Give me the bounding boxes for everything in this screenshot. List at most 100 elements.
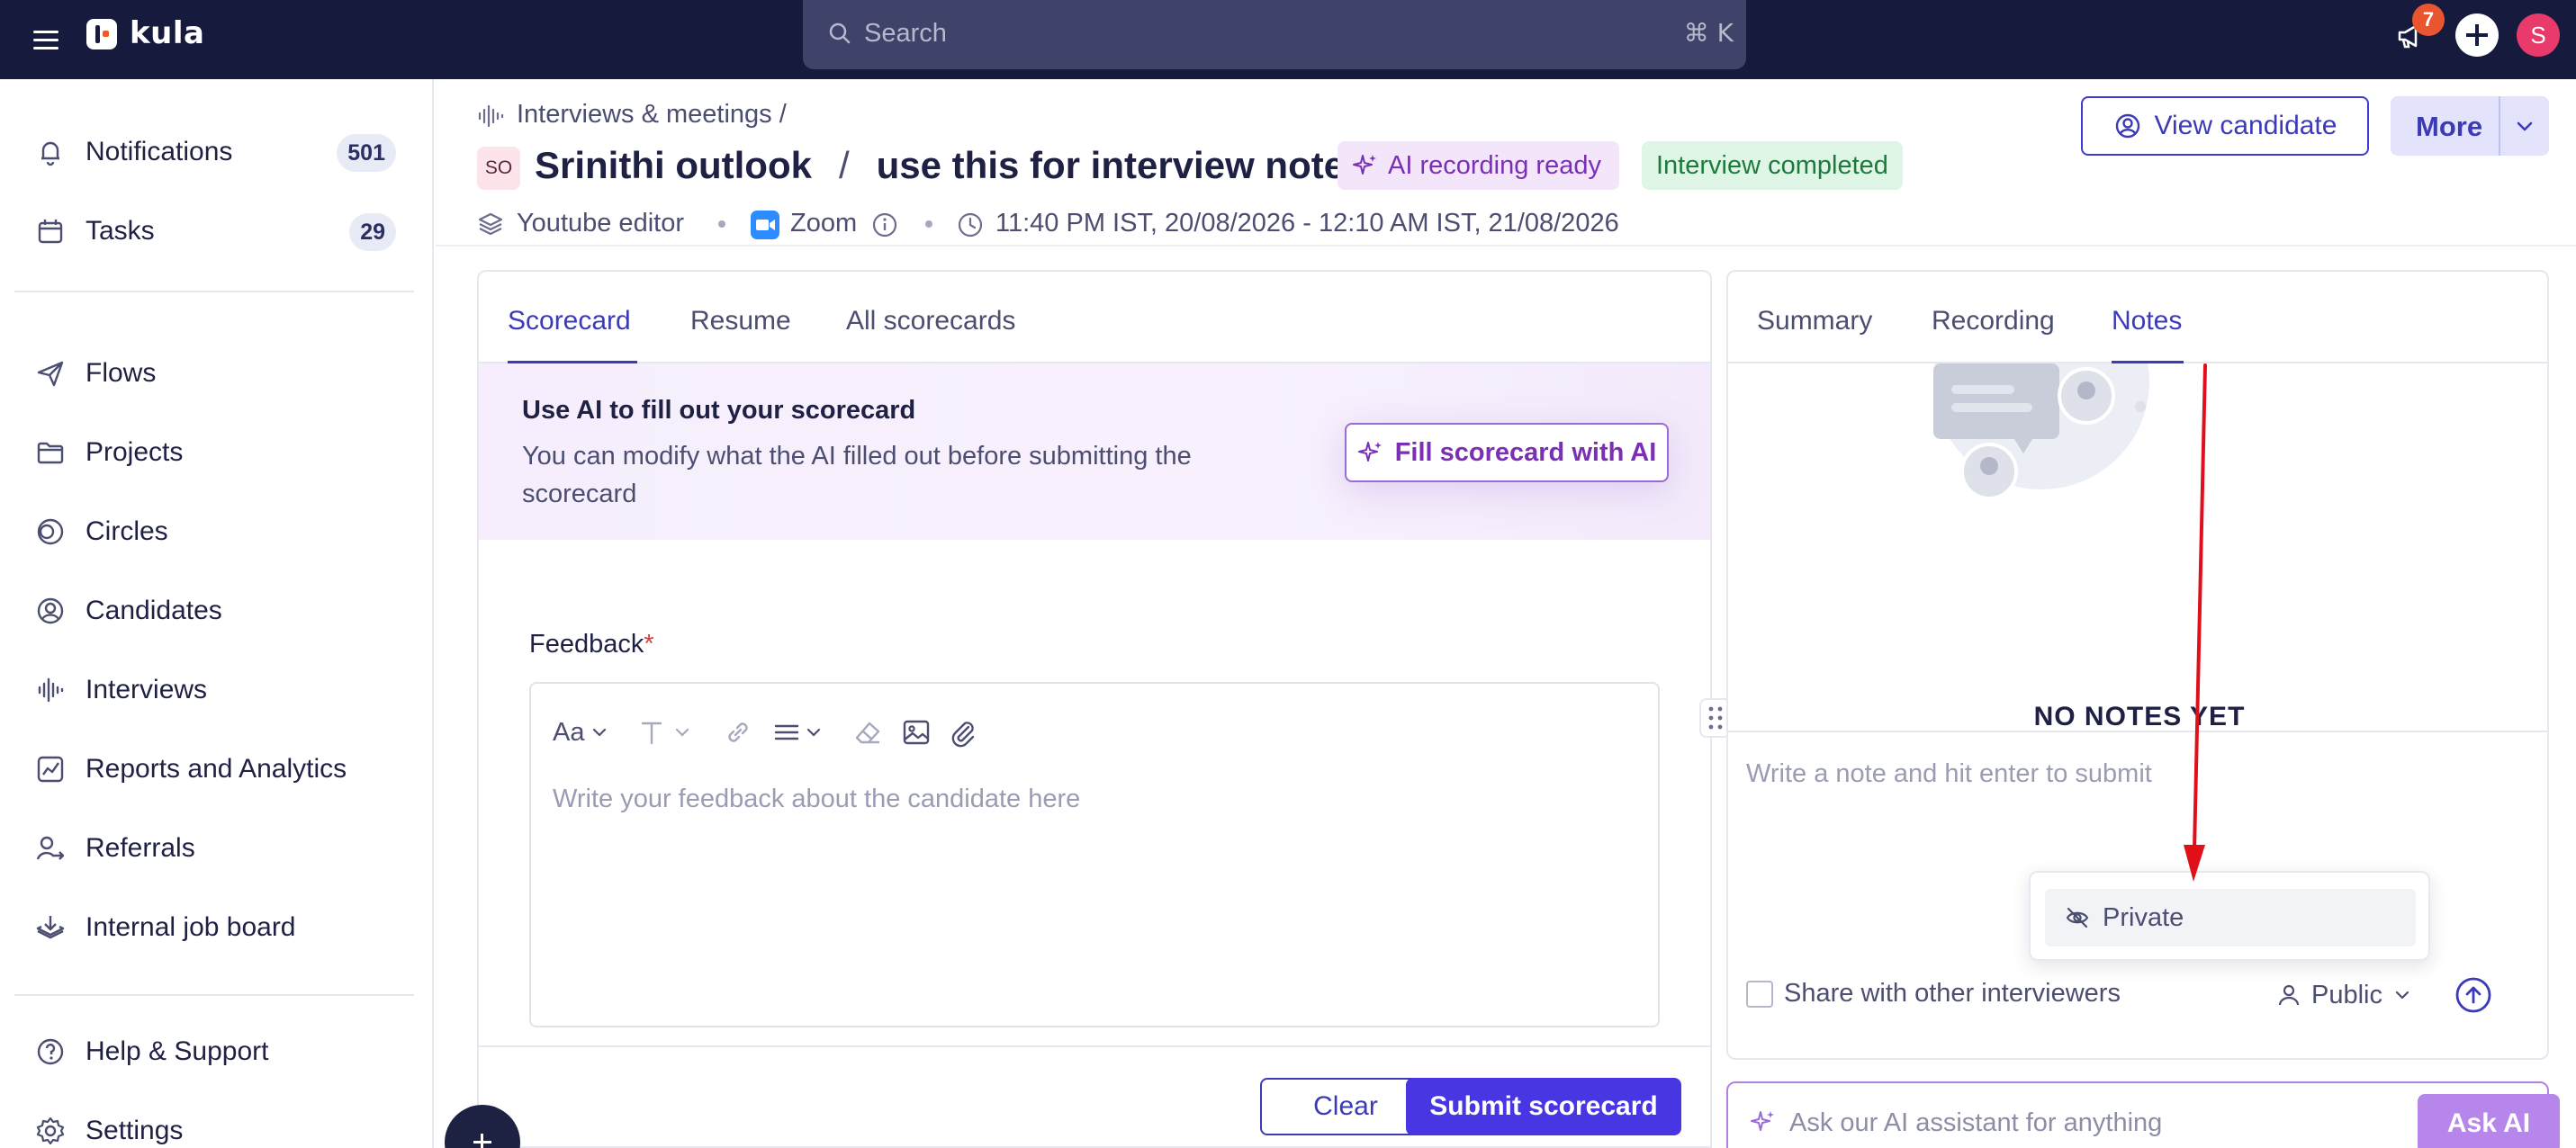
chart-icon [34,753,67,785]
bell-icon [34,136,67,168]
align-dropdown-icon[interactable] [772,716,835,749]
send-icon [34,357,67,390]
top-bar: kula Search ⌘ K 7 S [0,0,2576,79]
tab-resume[interactable]: Resume [690,306,791,336]
sidebar-item-candidates[interactable]: Candidates [0,578,432,643]
text-style-icon[interactable] [639,716,702,749]
eye-off-icon [2065,905,2090,930]
calendar-icon [34,215,67,247]
link-icon[interactable] [722,716,754,749]
waveform-icon [34,674,67,706]
sidebar-item-reports[interactable]: Reports and Analytics [0,737,432,802]
tab-summary[interactable]: Summary [1757,306,1872,336]
submit-note-arrow-up-icon[interactable] [2454,975,2493,1015]
user-circle-icon [2113,112,2142,140]
sidebar-item-label: Reports and Analytics [86,754,347,784]
sidebar-item-notifications[interactable]: Notifications 501 [0,120,432,184]
help-icon [34,1036,67,1068]
folder-icon [34,436,67,469]
font-size-dropdown[interactable]: Aa [553,716,609,749]
tab-scorecard[interactable]: Scorecard [508,306,631,336]
sidebar-item-label: Notifications [86,137,233,166]
clock-icon [956,211,985,239]
scorecard-tabs: Scorecard Resume All scorecards [479,272,1710,363]
visibility-dropdown-menu: Private [2029,871,2430,961]
notification-count-badge: 7 [2412,4,2445,36]
share-label[interactable]: Share with other interviewers [1784,979,2121,1009]
sidebar-item-label: Flows [86,358,157,388]
ai-banner-title: Use AI to fill out your scorecard [522,396,916,425]
more-button[interactable]: More [2391,96,2549,156]
add-new-button[interactable] [2455,13,2499,57]
badge-label: AI recording ready [1388,151,1601,180]
share-with-interviewers-checkbox[interactable] [1746,981,1773,1008]
more-label: More [2416,111,2483,142]
chevron-down-icon[interactable] [2511,112,2538,139]
referral-icon [34,832,67,865]
meta-separator-dot [925,220,932,228]
scorecard-panel: Scorecard Resume All scorecards Use AI t… [477,270,1712,1148]
fill-scorecard-with-ai-button[interactable]: Fill scorecard with AI [1345,423,1669,482]
tab-recording[interactable]: Recording [1932,306,2055,336]
user-icon [2275,982,2302,1009]
candidate-name[interactable]: Srinithi outlook [535,144,812,187]
search-shortcut: ⌘ K [1683,18,1734,48]
visibility-dropdown[interactable]: Public [2275,975,2428,1015]
empty-notes-illustration [1915,363,2167,525]
tasks-count-badge: 29 [349,213,396,251]
image-icon[interactable] [900,716,932,749]
breadcrumb-text: Interviews & meetings / [517,100,787,129]
sidebar-item-label: Help & Support [86,1036,269,1066]
tab-notes[interactable]: Notes [2112,306,2182,336]
attachment-icon[interactable] [947,716,979,749]
sidebar-item-interviews[interactable]: Interviews [0,658,432,722]
sidebar-divider [14,994,414,996]
circles-icon [34,516,67,548]
app-name[interactable]: kula [130,15,204,51]
sidebar-item-label: Projects [86,437,184,467]
sidebar-item-label: Referrals [86,833,195,863]
ask-ai-placeholder: Ask our AI assistant for anything [1789,1108,2163,1137]
layers-icon [477,211,504,238]
platform-text: Zoom [790,209,858,238]
sidebar-item-referrals[interactable]: Referrals [0,816,432,881]
status-badge: Interview completed [1642,141,1903,190]
info-icon[interactable] [871,211,898,238]
note-placeholder: Write a note and hit enter to submit [1746,759,2152,788]
kula-logo-icon[interactable] [86,19,117,49]
meta-separator-dot [718,220,725,228]
ai-fill-banner: Use AI to fill out your scorecard You ca… [479,363,1710,540]
sidebar-item-tasks[interactable]: Tasks 29 [0,199,432,264]
visibility-option-private[interactable]: Private [2045,889,2416,946]
ai-banner-description: You can modify what the AI filled out be… [522,442,1192,508]
global-search-input[interactable]: Search ⌘ K [803,0,1746,69]
required-mark: * [644,630,654,659]
sidebar-item-circles[interactable]: Circles [0,499,432,564]
interview-tabs: Summary Recording Notes [1728,272,2547,363]
sparkle-icon [1750,1108,1777,1135]
sparkle-icon [1357,439,1384,466]
gear-icon [34,1115,67,1147]
visibility-selected: Public [2311,980,2382,1009]
submit-scorecard-button[interactable]: Submit scorecard [1406,1078,1681,1135]
search-placeholder: Search [864,19,947,48]
chevron-down-icon [590,722,609,742]
font-size-label: Aa [553,717,585,747]
view-candidate-button[interactable]: View candidate [2081,96,2369,156]
sidebar-item-settings[interactable]: Settings [0,1099,432,1148]
sidebar: Notifications 501 Tasks 29 Flows Project… [0,79,434,1148]
eraser-icon[interactable] [851,716,884,749]
ask-ai-button[interactable]: Ask AI [2418,1094,2560,1148]
sidebar-item-label: Settings [86,1116,184,1145]
user-avatar[interactable]: S [2517,13,2560,57]
tab-all-scorecards[interactable]: All scorecards [846,306,1015,336]
sidebar-divider [14,291,414,292]
footer-divider [479,1045,1710,1047]
sidebar-item-flows[interactable]: Flows [0,341,432,406]
sidebar-item-label: Candidates [86,596,222,625]
sidebar-item-label: Interviews [86,675,208,704]
sidebar-item-internal-job-board[interactable]: Internal job board [0,895,432,960]
sidebar-item-help-support[interactable]: Help & Support [0,1019,432,1084]
sidebar-item-projects[interactable]: Projects [0,420,432,485]
hamburger-menu-icon[interactable] [30,23,62,56]
